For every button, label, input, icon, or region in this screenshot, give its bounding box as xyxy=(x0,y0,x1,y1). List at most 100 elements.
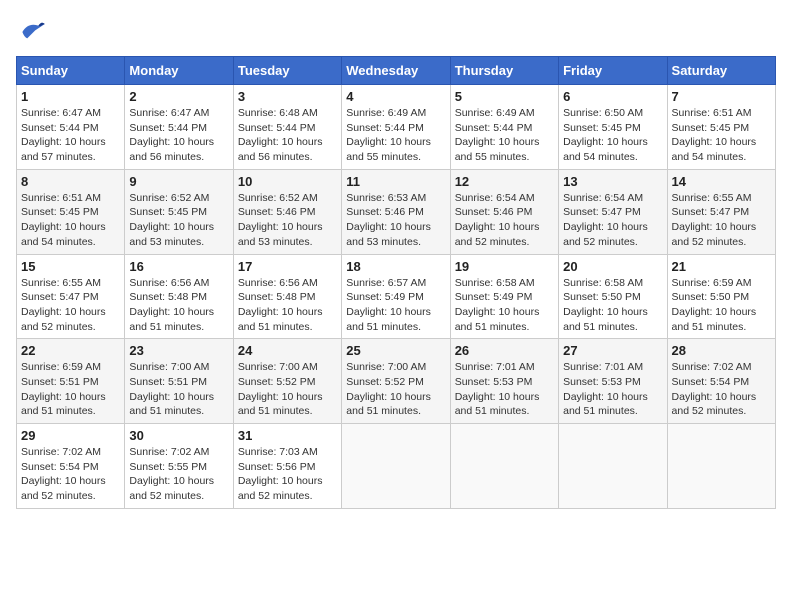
weekday-header-tuesday: Tuesday xyxy=(233,57,341,85)
day-number: 25 xyxy=(346,343,445,358)
day-number: 26 xyxy=(455,343,554,358)
day-number: 21 xyxy=(672,259,771,274)
calendar-cell: 30 Sunrise: 7:02 AM Sunset: 5:55 PM Dayl… xyxy=(125,424,233,509)
day-number: 18 xyxy=(346,259,445,274)
calendar-cell: 2 Sunrise: 6:47 AM Sunset: 5:44 PM Dayli… xyxy=(125,85,233,170)
day-number: 2 xyxy=(129,89,228,104)
calendar: SundayMondayTuesdayWednesdayThursdayFrid… xyxy=(16,56,776,509)
calendar-cell: 26 Sunrise: 7:01 AM Sunset: 5:53 PM Dayl… xyxy=(450,339,558,424)
day-info: Sunrise: 6:47 AM Sunset: 5:44 PM Dayligh… xyxy=(129,106,228,165)
day-number: 22 xyxy=(21,343,120,358)
day-number: 24 xyxy=(238,343,337,358)
day-info: Sunrise: 7:01 AM Sunset: 5:53 PM Dayligh… xyxy=(455,360,554,419)
day-info: Sunrise: 6:58 AM Sunset: 5:50 PM Dayligh… xyxy=(563,276,662,335)
day-number: 8 xyxy=(21,174,120,189)
calendar-cell: 18 Sunrise: 6:57 AM Sunset: 5:49 PM Dayl… xyxy=(342,254,450,339)
day-number: 28 xyxy=(672,343,771,358)
day-info: Sunrise: 6:54 AM Sunset: 5:47 PM Dayligh… xyxy=(563,191,662,250)
calendar-cell: 12 Sunrise: 6:54 AM Sunset: 5:46 PM Dayl… xyxy=(450,169,558,254)
weekday-header-row: SundayMondayTuesdayWednesdayThursdayFrid… xyxy=(17,57,776,85)
day-info: Sunrise: 6:50 AM Sunset: 5:45 PM Dayligh… xyxy=(563,106,662,165)
day-number: 10 xyxy=(238,174,337,189)
logo xyxy=(16,16,52,48)
weekday-header-monday: Monday xyxy=(125,57,233,85)
day-info: Sunrise: 6:56 AM Sunset: 5:48 PM Dayligh… xyxy=(238,276,337,335)
weekday-header-friday: Friday xyxy=(559,57,667,85)
weekday-header-thursday: Thursday xyxy=(450,57,558,85)
day-number: 16 xyxy=(129,259,228,274)
day-number: 29 xyxy=(21,428,120,443)
calendar-cell: 11 Sunrise: 6:53 AM Sunset: 5:46 PM Dayl… xyxy=(342,169,450,254)
day-number: 23 xyxy=(129,343,228,358)
day-info: Sunrise: 7:00 AM Sunset: 5:52 PM Dayligh… xyxy=(346,360,445,419)
day-number: 9 xyxy=(129,174,228,189)
calendar-cell xyxy=(342,424,450,509)
calendar-cell: 20 Sunrise: 6:58 AM Sunset: 5:50 PM Dayl… xyxy=(559,254,667,339)
day-number: 1 xyxy=(21,89,120,104)
day-number: 20 xyxy=(563,259,662,274)
day-number: 5 xyxy=(455,89,554,104)
calendar-cell: 15 Sunrise: 6:55 AM Sunset: 5:47 PM Dayl… xyxy=(17,254,125,339)
day-info: Sunrise: 6:51 AM Sunset: 5:45 PM Dayligh… xyxy=(672,106,771,165)
weekday-header-sunday: Sunday xyxy=(17,57,125,85)
day-number: 3 xyxy=(238,89,337,104)
day-info: Sunrise: 7:01 AM Sunset: 5:53 PM Dayligh… xyxy=(563,360,662,419)
calendar-cell: 23 Sunrise: 7:00 AM Sunset: 5:51 PM Dayl… xyxy=(125,339,233,424)
calendar-cell: 7 Sunrise: 6:51 AM Sunset: 5:45 PM Dayli… xyxy=(667,85,775,170)
weekday-header-wednesday: Wednesday xyxy=(342,57,450,85)
calendar-cell: 31 Sunrise: 7:03 AM Sunset: 5:56 PM Dayl… xyxy=(233,424,341,509)
day-info: Sunrise: 6:52 AM Sunset: 5:45 PM Dayligh… xyxy=(129,191,228,250)
calendar-cell xyxy=(667,424,775,509)
day-info: Sunrise: 6:59 AM Sunset: 5:51 PM Dayligh… xyxy=(21,360,120,419)
day-info: Sunrise: 6:48 AM Sunset: 5:44 PM Dayligh… xyxy=(238,106,337,165)
calendar-cell: 24 Sunrise: 7:00 AM Sunset: 5:52 PM Dayl… xyxy=(233,339,341,424)
day-number: 13 xyxy=(563,174,662,189)
calendar-cell: 19 Sunrise: 6:58 AM Sunset: 5:49 PM Dayl… xyxy=(450,254,558,339)
day-info: Sunrise: 7:03 AM Sunset: 5:56 PM Dayligh… xyxy=(238,445,337,504)
calendar-cell: 27 Sunrise: 7:01 AM Sunset: 5:53 PM Dayl… xyxy=(559,339,667,424)
day-info: Sunrise: 6:53 AM Sunset: 5:46 PM Dayligh… xyxy=(346,191,445,250)
day-info: Sunrise: 6:55 AM Sunset: 5:47 PM Dayligh… xyxy=(672,191,771,250)
calendar-cell: 13 Sunrise: 6:54 AM Sunset: 5:47 PM Dayl… xyxy=(559,169,667,254)
calendar-cell: 3 Sunrise: 6:48 AM Sunset: 5:44 PM Dayli… xyxy=(233,85,341,170)
day-number: 6 xyxy=(563,89,662,104)
week-row-4: 22 Sunrise: 6:59 AM Sunset: 5:51 PM Dayl… xyxy=(17,339,776,424)
calendar-cell: 5 Sunrise: 6:49 AM Sunset: 5:44 PM Dayli… xyxy=(450,85,558,170)
calendar-cell: 29 Sunrise: 7:02 AM Sunset: 5:54 PM Dayl… xyxy=(17,424,125,509)
day-number: 4 xyxy=(346,89,445,104)
day-info: Sunrise: 6:54 AM Sunset: 5:46 PM Dayligh… xyxy=(455,191,554,250)
day-info: Sunrise: 6:47 AM Sunset: 5:44 PM Dayligh… xyxy=(21,106,120,165)
calendar-cell: 9 Sunrise: 6:52 AM Sunset: 5:45 PM Dayli… xyxy=(125,169,233,254)
calendar-cell: 1 Sunrise: 6:47 AM Sunset: 5:44 PM Dayli… xyxy=(17,85,125,170)
calendar-cell: 17 Sunrise: 6:56 AM Sunset: 5:48 PM Dayl… xyxy=(233,254,341,339)
day-info: Sunrise: 7:00 AM Sunset: 5:52 PM Dayligh… xyxy=(238,360,337,419)
calendar-cell: 14 Sunrise: 6:55 AM Sunset: 5:47 PM Dayl… xyxy=(667,169,775,254)
calendar-cell: 28 Sunrise: 7:02 AM Sunset: 5:54 PM Dayl… xyxy=(667,339,775,424)
day-number: 30 xyxy=(129,428,228,443)
calendar-cell: 25 Sunrise: 7:00 AM Sunset: 5:52 PM Dayl… xyxy=(342,339,450,424)
day-info: Sunrise: 6:57 AM Sunset: 5:49 PM Dayligh… xyxy=(346,276,445,335)
calendar-cell xyxy=(559,424,667,509)
day-number: 27 xyxy=(563,343,662,358)
day-number: 11 xyxy=(346,174,445,189)
week-row-2: 8 Sunrise: 6:51 AM Sunset: 5:45 PM Dayli… xyxy=(17,169,776,254)
day-info: Sunrise: 7:02 AM Sunset: 5:54 PM Dayligh… xyxy=(672,360,771,419)
weekday-header-saturday: Saturday xyxy=(667,57,775,85)
calendar-cell: 22 Sunrise: 6:59 AM Sunset: 5:51 PM Dayl… xyxy=(17,339,125,424)
logo-icon xyxy=(16,16,48,48)
day-info: Sunrise: 6:59 AM Sunset: 5:50 PM Dayligh… xyxy=(672,276,771,335)
week-row-5: 29 Sunrise: 7:02 AM Sunset: 5:54 PM Dayl… xyxy=(17,424,776,509)
day-info: Sunrise: 7:00 AM Sunset: 5:51 PM Dayligh… xyxy=(129,360,228,419)
header xyxy=(16,16,776,48)
day-number: 7 xyxy=(672,89,771,104)
calendar-cell: 10 Sunrise: 6:52 AM Sunset: 5:46 PM Dayl… xyxy=(233,169,341,254)
day-info: Sunrise: 6:58 AM Sunset: 5:49 PM Dayligh… xyxy=(455,276,554,335)
day-number: 19 xyxy=(455,259,554,274)
day-number: 14 xyxy=(672,174,771,189)
day-number: 12 xyxy=(455,174,554,189)
day-info: Sunrise: 6:51 AM Sunset: 5:45 PM Dayligh… xyxy=(21,191,120,250)
day-info: Sunrise: 6:49 AM Sunset: 5:44 PM Dayligh… xyxy=(455,106,554,165)
calendar-cell: 6 Sunrise: 6:50 AM Sunset: 5:45 PM Dayli… xyxy=(559,85,667,170)
day-info: Sunrise: 6:49 AM Sunset: 5:44 PM Dayligh… xyxy=(346,106,445,165)
day-number: 15 xyxy=(21,259,120,274)
